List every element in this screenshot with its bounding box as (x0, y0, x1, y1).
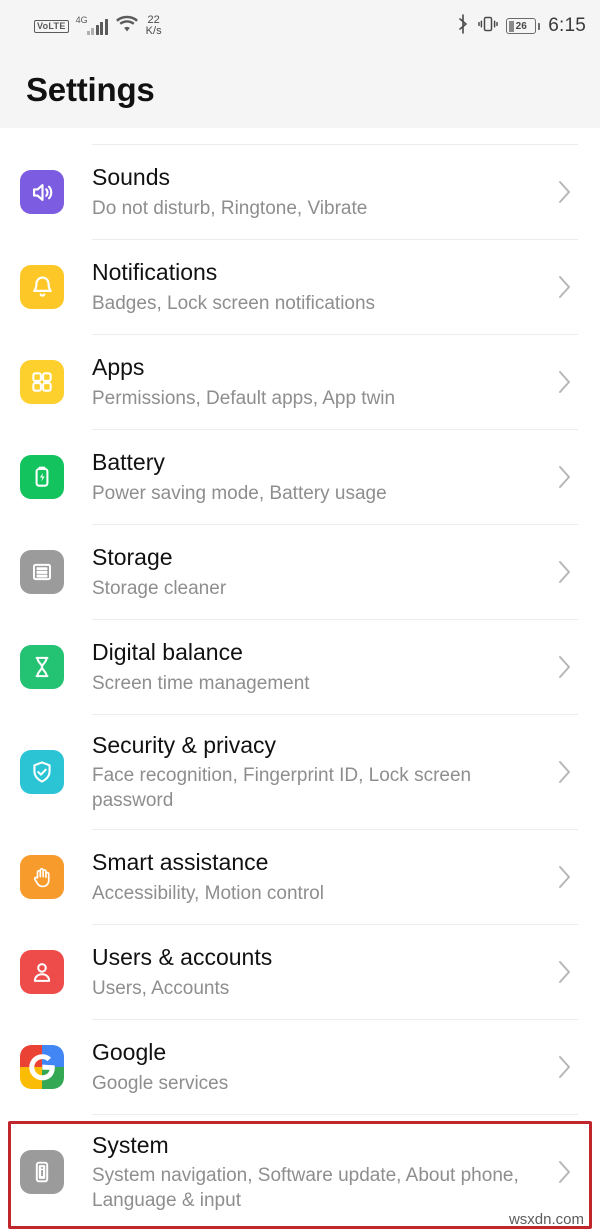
settings-item-sounds[interactable]: Sounds Do not disturb, Ringtone, Vibrate (0, 145, 600, 239)
vibrate-icon (478, 15, 498, 38)
chevron-right-icon[interactable] (552, 958, 578, 986)
settings-item-smart-assistance[interactable]: Smart assistance Accessibility, Motion c… (0, 830, 600, 924)
settings-item-text: Security & privacy Face recognition, Fin… (64, 731, 552, 814)
watermark: wsxdn.com (508, 1211, 584, 1228)
settings-item-subtitle: Permissions, Default apps, App twin (92, 387, 396, 409)
settings-item-security-privacy[interactable]: Security & privacy Face recognition, Fin… (0, 715, 600, 829)
clipped-previous-row: Display, Brightness, Eye comfort, Displa… (0, 128, 600, 144)
google-g-icon (20, 1045, 64, 1089)
settings-item-title: Smart assistance (92, 849, 269, 876)
data-speed-unit: K/s (145, 25, 162, 37)
phone-info-icon (20, 1150, 64, 1194)
settings-item-apps[interactable]: Apps Permissions, Default apps, App twin (0, 335, 600, 429)
settings-item-title: Google (92, 1039, 167, 1066)
hand-icon (20, 855, 64, 899)
settings-item-title: Battery (92, 449, 165, 476)
page-title: Settings (26, 71, 155, 108)
person-icon (20, 950, 64, 994)
status-bar-left: VoLTE 4G 22 K/s (34, 14, 162, 38)
chevron-right-icon[interactable] (552, 368, 578, 396)
grid-apps-icon (20, 360, 64, 404)
settings-item-title: System (92, 1131, 169, 1158)
page-header: Settings (0, 52, 600, 128)
settings-item-title: Apps (92, 354, 145, 381)
settings-item-subtitle: Accessibility, Motion control (92, 882, 324, 904)
settings-item-title: Users & accounts (92, 944, 273, 971)
settings-item-text: Sounds Do not disturb, Ringtone, Vibrate (64, 163, 552, 221)
status-bar: VoLTE 4G 22 K/s 26 6:15 (0, 0, 600, 52)
settings-item-title: Digital balance (92, 639, 243, 666)
chevron-right-icon[interactable] (552, 178, 578, 206)
settings-screen: VoLTE 4G 22 K/s 26 6:15 Settings Sounds … (0, 0, 600, 1232)
volte-icon: VoLTE (34, 19, 69, 33)
signal-bars-icon: 4G (75, 15, 108, 35)
chevron-right-icon[interactable] (552, 463, 578, 491)
settings-item-notifications[interactable]: Notifications Badges, Lock screen notifi… (0, 240, 600, 334)
bluetooth-icon (456, 13, 470, 39)
settings-item-text: Storage Storage cleaner (64, 543, 552, 601)
network-generation-label: 4G (75, 15, 88, 25)
settings-item-google[interactable]: Google Google services (0, 1020, 600, 1114)
settings-item-title: Security & privacy (92, 731, 277, 758)
settings-item-users-accounts[interactable]: Users & accounts Users, Accounts (0, 925, 600, 1019)
battery-bolt-icon (20, 455, 64, 499)
storage-rows-icon (20, 550, 64, 594)
settings-item-subtitle: Badges, Lock screen notifications (92, 292, 376, 314)
bell-icon (20, 265, 64, 309)
chevron-right-icon[interactable] (552, 863, 578, 891)
settings-item-subtitle: Users, Accounts (92, 977, 230, 999)
settings-item-text: Smart assistance Accessibility, Motion c… (64, 848, 552, 906)
settings-item-text: Battery Power saving mode, Battery usage (64, 448, 552, 506)
wifi-icon (115, 14, 139, 38)
status-bar-right: 26 6:15 (456, 13, 586, 39)
settings-item-battery[interactable]: Battery Power saving mode, Battery usage (0, 430, 600, 524)
settings-item-digital-balance[interactable]: Digital balance Screen time management (0, 620, 600, 714)
settings-item-subtitle: Screen time management (92, 672, 310, 694)
settings-item-subtitle: Google services (92, 1072, 229, 1094)
settings-item-text: Notifications Badges, Lock screen notifi… (64, 258, 552, 316)
battery-icon: 26 (506, 18, 541, 34)
settings-item-subtitle: Do not disturb, Ringtone, Vibrate (92, 197, 368, 219)
chevron-right-icon[interactable] (552, 1053, 578, 1081)
chevron-right-icon[interactable] (552, 273, 578, 301)
chevron-right-icon[interactable] (552, 1158, 578, 1186)
signal-bars-glyph (86, 19, 108, 35)
settings-item-text: Digital balance Screen time management (64, 638, 552, 696)
settings-item-title: Storage (92, 544, 173, 571)
data-speed-indicator: 22 K/s (146, 15, 162, 37)
settings-item-title: Sounds (92, 164, 171, 191)
settings-item-title: Notifications (92, 259, 218, 286)
settings-item-subtitle: Power saving mode, Battery usage (92, 482, 387, 504)
settings-item-subtitle: Storage cleaner (92, 577, 227, 599)
settings-item-text: Apps Permissions, Default apps, App twin (64, 353, 552, 411)
chevron-right-icon[interactable] (552, 758, 578, 786)
status-bar-clock: 6:15 (548, 15, 586, 36)
speaker-icon (20, 170, 64, 214)
chevron-right-icon[interactable] (552, 653, 578, 681)
battery-percent-label: 26 (515, 20, 527, 32)
settings-item-subtitle: Face recognition, Fingerprint ID, Lock s… (92, 764, 472, 812)
chevron-right-icon[interactable] (552, 558, 578, 586)
settings-item-storage[interactable]: Storage Storage cleaner (0, 525, 600, 619)
settings-item-subtitle: System navigation, Software update, Abou… (92, 1164, 519, 1212)
settings-item-text: Users & accounts Users, Accounts (64, 943, 552, 1001)
settings-item-text: Google Google services (64, 1038, 552, 1096)
settings-item-text: System System navigation, Software updat… (64, 1131, 552, 1214)
shield-check-icon (20, 750, 64, 794)
hourglass-icon (20, 645, 64, 689)
settings-list: Display, Brightness, Eye comfort, Displa… (0, 128, 600, 1229)
